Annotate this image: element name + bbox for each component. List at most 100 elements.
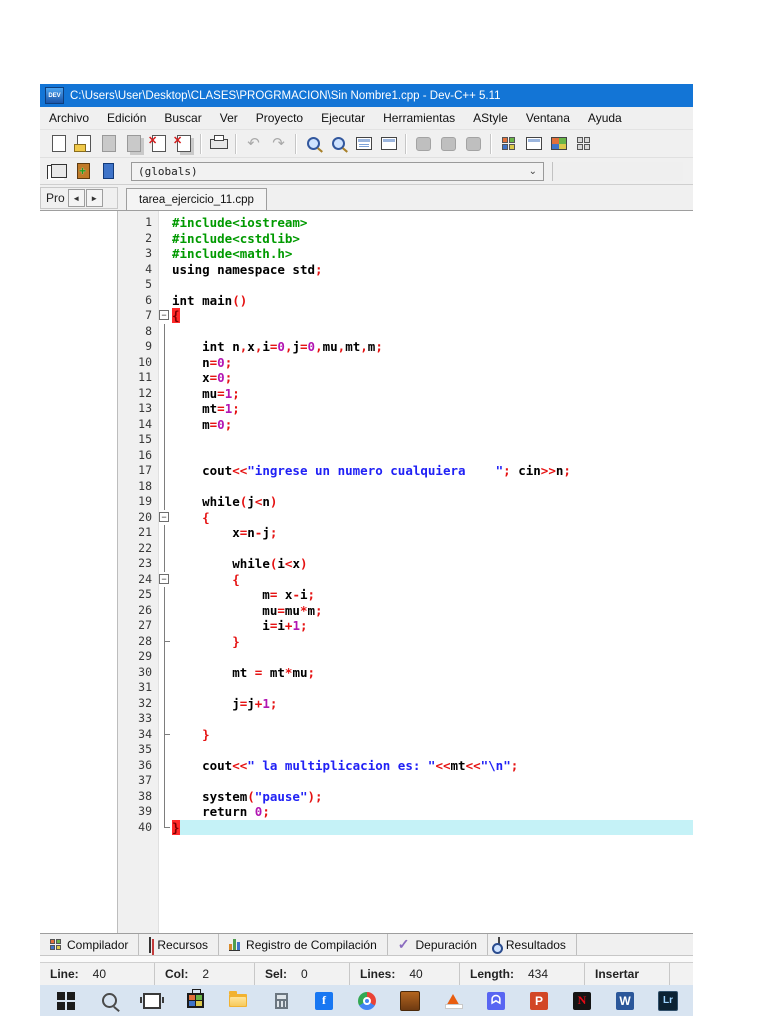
discord-icon[interactable]: ᗣ bbox=[486, 991, 506, 1011]
code-line[interactable]: 20 { bbox=[118, 510, 693, 526]
code-line[interactable]: 4using namespace std; bbox=[118, 262, 693, 278]
code-line[interactable]: 3#include<math.h> bbox=[118, 246, 693, 262]
replace-icon[interactable] bbox=[351, 132, 376, 155]
code-line[interactable]: 17 cout<<"ingrese un numero cualquiera "… bbox=[118, 463, 693, 479]
code-line[interactable]: 29 bbox=[118, 649, 693, 665]
compile-icon[interactable] bbox=[411, 132, 436, 155]
menu-item-ventana[interactable]: Ventana bbox=[517, 107, 579, 129]
task-view-icon[interactable] bbox=[142, 991, 162, 1011]
code-line[interactable]: 5 bbox=[118, 277, 693, 293]
code-line[interactable]: 6int main() bbox=[118, 293, 693, 309]
menu-item-ayuda[interactable]: Ayuda bbox=[579, 107, 631, 129]
report-tab-sheets[interactable]: Recursos bbox=[139, 934, 219, 955]
code-line[interactable]: 21 x=n-j; bbox=[118, 525, 693, 541]
code-line[interactable]: 16 bbox=[118, 448, 693, 464]
redo-icon[interactable]: ↷ bbox=[266, 132, 291, 155]
close-file-icon[interactable]: ✕ bbox=[146, 132, 171, 155]
fold-toggle-icon[interactable] bbox=[158, 572, 172, 588]
run-icon[interactable] bbox=[436, 132, 461, 155]
code-line[interactable]: 11 x=0; bbox=[118, 370, 693, 386]
code-line[interactable]: 2#include<cstdlib> bbox=[118, 231, 693, 247]
code-line[interactable]: 1#include<iostream> bbox=[118, 215, 693, 231]
menu-item-ejecutar[interactable]: Ejecutar bbox=[312, 107, 374, 129]
project-panel[interactable] bbox=[40, 211, 118, 933]
search-icon[interactable] bbox=[99, 991, 119, 1011]
code-line[interactable]: 26 mu=mu*m; bbox=[118, 603, 693, 619]
code-line[interactable]: 9 int n,x,i=0,j=0,mu,mt,m; bbox=[118, 339, 693, 355]
find-icon[interactable] bbox=[301, 132, 326, 155]
code-line[interactable]: 28 } bbox=[118, 634, 693, 650]
menu-item-buscar[interactable]: Buscar bbox=[155, 107, 210, 129]
code-line[interactable]: 23 while(i<x) bbox=[118, 556, 693, 572]
microsoft-store-icon[interactable] bbox=[185, 991, 205, 1011]
code-line[interactable]: 7{ bbox=[118, 308, 693, 324]
report-tab-check[interactable]: ✓Depuración bbox=[388, 934, 488, 955]
start-icon[interactable] bbox=[56, 991, 76, 1011]
panel-scroll-left-button[interactable]: ◄ bbox=[68, 189, 85, 207]
new-file-icon[interactable] bbox=[46, 132, 71, 155]
print-icon[interactable] bbox=[206, 132, 231, 155]
code-line[interactable]: 37 bbox=[118, 773, 693, 789]
code-line[interactable]: 15 bbox=[118, 432, 693, 448]
menu-item-edición[interactable]: Edición bbox=[98, 107, 155, 129]
netflix-icon[interactable]: N bbox=[572, 991, 592, 1011]
game-icon[interactable] bbox=[400, 991, 420, 1011]
menu-item-archivo[interactable]: Archivo bbox=[40, 107, 98, 129]
window-color-icon[interactable] bbox=[546, 132, 571, 155]
globals-dropdown[interactable]: (globals) ⌄ bbox=[131, 162, 544, 181]
code-line[interactable]: 24 { bbox=[118, 572, 693, 588]
menu-item-proyecto[interactable]: Proyecto bbox=[247, 107, 312, 129]
switch-window-icon[interactable] bbox=[46, 160, 71, 183]
code-line[interactable]: 40} bbox=[118, 820, 693, 836]
code-line[interactable]: 12 mu=1; bbox=[118, 386, 693, 402]
code-line[interactable]: 31 bbox=[118, 680, 693, 696]
editor-tab[interactable]: tarea_ejercicio_11.cpp bbox=[126, 188, 267, 211]
code-editor[interactable]: 1#include<iostream>2#include<cstdlib>3#i… bbox=[118, 211, 693, 933]
code-line[interactable]: 38 system("pause"); bbox=[118, 789, 693, 805]
add-watch-icon[interactable] bbox=[71, 160, 96, 183]
code-line[interactable]: 8 bbox=[118, 324, 693, 340]
save-icon[interactable] bbox=[96, 132, 121, 155]
code-line[interactable]: 34 } bbox=[118, 727, 693, 743]
code-line[interactable]: 39 return 0; bbox=[118, 804, 693, 820]
powerpoint-icon[interactable]: P bbox=[529, 991, 549, 1011]
goto-line-icon[interactable] bbox=[376, 132, 401, 155]
code-line[interactable]: 14 m=0; bbox=[118, 417, 693, 433]
code-line[interactable]: 13 mt=1; bbox=[118, 401, 693, 417]
menu-item-astyle[interactable]: AStyle bbox=[464, 107, 517, 129]
code-line[interactable]: 25 m= x-i; bbox=[118, 587, 693, 603]
file-explorer-icon[interactable] bbox=[228, 991, 248, 1011]
grid-gray-icon[interactable] bbox=[571, 132, 596, 155]
undo-icon[interactable]: ↶ bbox=[241, 132, 266, 155]
menu-item-ver[interactable]: Ver bbox=[211, 107, 247, 129]
lightroom-icon[interactable]: Lr bbox=[658, 991, 678, 1011]
open-file-icon[interactable] bbox=[71, 132, 96, 155]
window-icon[interactable] bbox=[521, 132, 546, 155]
report-tab-mag-doc[interactable]: Resultados bbox=[488, 934, 577, 955]
find-in-files-icon[interactable] bbox=[326, 132, 351, 155]
code-line[interactable]: 32 j=j+1; bbox=[118, 696, 693, 712]
code-line[interactable]: 18 bbox=[118, 479, 693, 495]
close-all-icon[interactable]: ✕ bbox=[171, 132, 196, 155]
report-tab-grid-color[interactable]: Compilador bbox=[40, 934, 139, 955]
project-grid-icon[interactable] bbox=[496, 132, 521, 155]
fold-toggle-icon[interactable] bbox=[158, 308, 172, 324]
code-line[interactable]: 36 cout<<" la multiplicacion es: "<<mt<<… bbox=[118, 758, 693, 774]
vlc-icon[interactable] bbox=[443, 991, 463, 1011]
facebook-icon[interactable]: f bbox=[314, 991, 334, 1011]
code-line[interactable]: 35 bbox=[118, 742, 693, 758]
panel-scroll-right-button[interactable]: ► bbox=[86, 189, 103, 207]
code-line[interactable]: 30 mt = mt*mu; bbox=[118, 665, 693, 681]
calculator-icon[interactable] bbox=[271, 991, 291, 1011]
word-icon[interactable]: W bbox=[615, 991, 635, 1011]
code-line[interactable]: 27 i=i+1; bbox=[118, 618, 693, 634]
toggle-panel-icon[interactable] bbox=[96, 160, 121, 183]
code-line[interactable]: 19 while(j<n) bbox=[118, 494, 693, 510]
compile-run-icon[interactable] bbox=[461, 132, 486, 155]
fold-toggle-icon[interactable] bbox=[158, 510, 172, 526]
chrome-icon[interactable] bbox=[357, 991, 377, 1011]
menu-item-herramientas[interactable]: Herramientas bbox=[374, 107, 464, 129]
save-all-icon[interactable] bbox=[121, 132, 146, 155]
code-line[interactable]: 33 bbox=[118, 711, 693, 727]
code-line[interactable]: 10 n=0; bbox=[118, 355, 693, 371]
